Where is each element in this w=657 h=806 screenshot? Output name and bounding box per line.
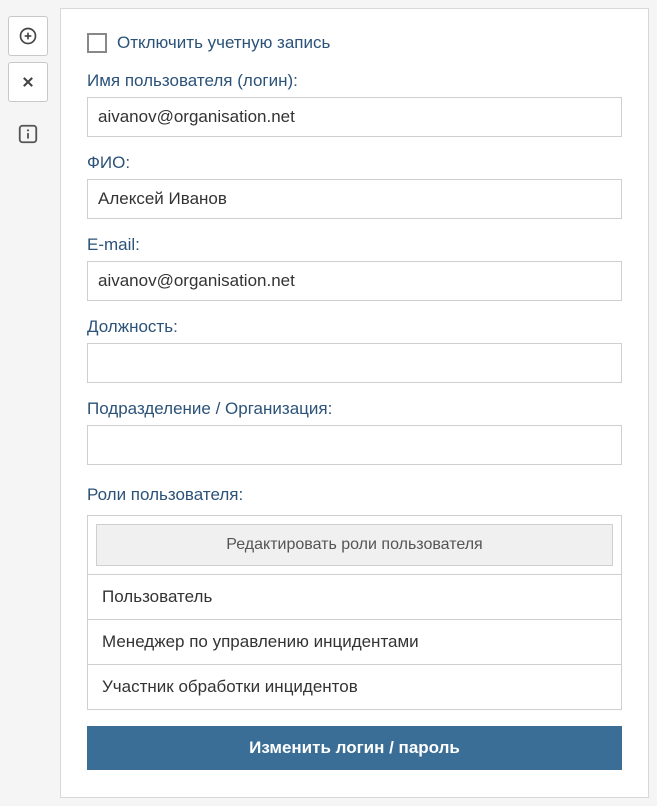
side-toolbar	[8, 8, 48, 798]
department-label: Подразделение / Организация:	[87, 399, 622, 419]
roles-label: Роли пользователя:	[87, 485, 622, 505]
disable-account-checkbox[interactable]	[87, 33, 107, 53]
fullname-label: ФИО:	[87, 153, 622, 173]
change-login-button[interactable]: Изменить логин / пароль	[87, 726, 622, 770]
role-item: Участник обработки инцидентов	[88, 664, 621, 709]
roles-container: Редактировать роли пользователя Пользова…	[87, 515, 622, 710]
username-field-group: Имя пользователя (логин):	[87, 71, 622, 137]
email-input[interactable]	[87, 261, 622, 301]
role-item: Пользователь	[88, 574, 621, 619]
info-indicator	[8, 114, 48, 154]
change-login-label: Изменить логин / пароль	[249, 738, 460, 757]
email-label: E-mail:	[87, 235, 622, 255]
close-button[interactable]	[8, 62, 48, 102]
disable-account-row: Отключить учетную запись	[87, 33, 622, 53]
user-form-panel: Отключить учетную запись Имя пользовател…	[60, 8, 649, 798]
role-item: Менеджер по управлению инцидентами	[88, 619, 621, 664]
roles-section: Роли пользователя: Редактировать роли по…	[87, 485, 622, 710]
username-label: Имя пользователя (логин):	[87, 71, 622, 91]
fullname-field-group: ФИО:	[87, 153, 622, 219]
position-label: Должность:	[87, 317, 622, 337]
department-field-group: Подразделение / Организация:	[87, 399, 622, 465]
edit-roles-label: Редактировать роли пользователя	[226, 536, 482, 554]
position-field-group: Должность:	[87, 317, 622, 383]
info-icon	[17, 123, 39, 145]
add-button[interactable]	[8, 16, 48, 56]
disable-account-label: Отключить учетную запись	[117, 33, 330, 53]
edit-roles-button[interactable]: Редактировать роли пользователя	[96, 524, 613, 566]
department-input[interactable]	[87, 425, 622, 465]
close-icon	[18, 72, 38, 92]
position-input[interactable]	[87, 343, 622, 383]
fullname-input[interactable]	[87, 179, 622, 219]
email-field-group: E-mail:	[87, 235, 622, 301]
username-input[interactable]	[87, 97, 622, 137]
plus-circle-icon	[18, 26, 38, 46]
